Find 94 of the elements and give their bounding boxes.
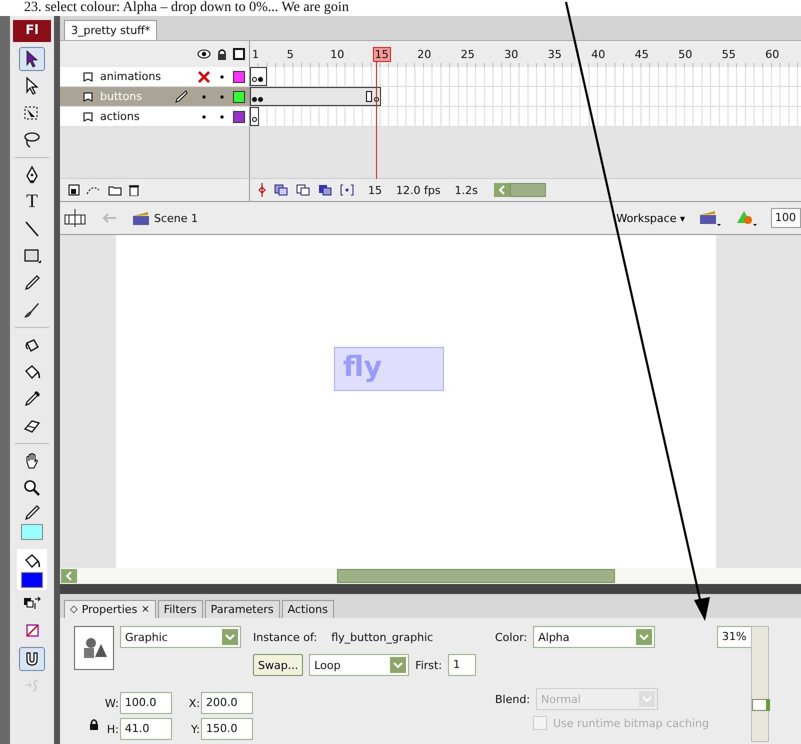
- frame-number: 60: [764, 48, 780, 60]
- onion-markers-icon: [340, 184, 354, 196]
- frame-number: 35: [546, 48, 563, 60]
- frame-number: 15: [372, 46, 391, 62]
- checkbox-label: Use runtime bitmap caching: [553, 716, 709, 730]
- layer-icon: [82, 110, 94, 122]
- instruction-text: 23. select colour: Alpha – drop down to 0%... We are goin: [0, 0, 801, 16]
- panel-tab[interactable]: Parameters: [204, 600, 280, 618]
- symbol-name: fly_button_graphic: [331, 630, 434, 644]
- field-label: First:: [415, 658, 442, 672]
- frame-number: 45: [634, 48, 650, 60]
- number-field[interactable]: 41.0: [120, 718, 172, 740]
- number-field[interactable]: 100.0: [120, 692, 172, 714]
- trash-icon: [128, 184, 140, 196]
- clapper-icon: [132, 210, 150, 226]
- zoom-field[interactable]: 100: [771, 208, 801, 228]
- frame-number: 30: [503, 48, 520, 60]
- lock-icon: [216, 48, 228, 60]
- field-label: X:: [188, 696, 200, 710]
- text-tool[interactable]: T: [19, 190, 45, 214]
- dot-icon: [202, 94, 206, 98]
- frame-number: 1: [251, 48, 260, 60]
- stroke-pencil-icon: [22, 503, 42, 523]
- chevron-down-icon: [639, 691, 656, 707]
- field-label: W:: [104, 696, 119, 710]
- panel-tab[interactable]: ◇ Properties ×: [64, 600, 156, 618]
- layer-row[interactable]: animations: [60, 67, 250, 87]
- edit-symbols-icon[interactable]: [735, 209, 757, 227]
- frame-rate: 12.0 fps: [396, 184, 441, 196]
- workspace-menu[interactable]: Workspace ▾: [596, 208, 685, 228]
- layer-name: buttons: [100, 90, 144, 103]
- first-frame-field[interactable]: 1: [448, 654, 476, 676]
- field-label: H:: [106, 722, 119, 736]
- stroke-color-swatch[interactable]: [21, 524, 43, 540]
- folder-icon: [108, 184, 122, 196]
- dot-icon: [220, 94, 224, 98]
- center-frame-icon: [258, 183, 266, 197]
- field-label: Y:: [191, 722, 200, 736]
- arrow-pointer-icon[interactable]: [19, 47, 45, 71]
- onion-skin-icon: [274, 184, 288, 196]
- frame-number: 50: [677, 48, 694, 60]
- symbol-type-dropdown[interactable]: Graphic: [120, 626, 241, 648]
- number-field[interactable]: 200.0: [201, 692, 253, 714]
- chevron-down-icon: [636, 629, 652, 645]
- chevron-down-icon: [390, 657, 406, 673]
- field-label: Color:: [495, 630, 528, 644]
- app-logo: Fl: [13, 20, 51, 42]
- current-frame: 15: [368, 184, 382, 196]
- panel-tab[interactable]: Filters: [158, 600, 203, 618]
- hidden-x-icon: [197, 70, 211, 84]
- playhead-line[interactable]: [376, 61, 378, 179]
- scrollbar-thumb[interactable]: [337, 569, 615, 583]
- field-label: Blend:: [495, 692, 530, 706]
- layer-name: actions: [100, 110, 141, 123]
- scrollbar-thumb[interactable]: [510, 183, 546, 197]
- timeline-toggle-icon[interactable]: [64, 208, 86, 228]
- close-icon[interactable]: ×: [141, 604, 150, 615]
- document-tab[interactable]: 3_pretty stuff*: [64, 20, 158, 40]
- number-field[interactable]: 150.0: [201, 718, 253, 740]
- fill-color-swatch[interactable]: [21, 572, 43, 588]
- dot-icon: [220, 74, 224, 78]
- dot-icon: [220, 114, 224, 118]
- edit-frames-icon: [318, 184, 332, 196]
- layer-icon: [82, 90, 94, 102]
- outline-icon: [233, 48, 245, 60]
- chevron-down-icon: [222, 629, 238, 645]
- magnet-icon[interactable]: [19, 647, 45, 671]
- frame-number: 20: [416, 48, 432, 60]
- layer-icon: [82, 70, 94, 82]
- slider-thumb[interactable]: [752, 698, 770, 711]
- elapsed-time: 1.2s: [454, 184, 478, 196]
- eye-icon: [197, 48, 211, 60]
- onion-outline-icon: [296, 184, 310, 196]
- frame-number: 10: [329, 48, 346, 60]
- loop-dropdown[interactable]: Loop: [309, 654, 410, 676]
- layer-name: animations: [100, 70, 162, 83]
- field-label: Instance of:: [253, 630, 318, 644]
- scroll-left-icon[interactable]: [61, 569, 77, 583]
- layer-row[interactable]: actions: [60, 107, 250, 127]
- collapse-icon[interactable]: ◇: [70, 604, 78, 615]
- dot-icon: [202, 114, 206, 118]
- swap-button[interactable]: Swap...: [253, 654, 304, 676]
- graphic-symbol-icon: [74, 626, 114, 670]
- lock-icon[interactable]: [89, 718, 99, 730]
- scene-name[interactable]: Scene 1: [154, 212, 198, 224]
- color-dropdown[interactable]: Alpha: [533, 626, 656, 648]
- scroll-left-icon[interactable]: [494, 183, 510, 197]
- frame-number: 25: [460, 48, 476, 60]
- edit-scene-icon[interactable]: [699, 209, 721, 227]
- frame-number: 55: [720, 48, 737, 60]
- frame-number: 5: [286, 48, 295, 60]
- new-layer-icon: [68, 184, 80, 196]
- frame-number: 40: [590, 48, 606, 60]
- panel-tab[interactable]: Actions: [282, 600, 334, 618]
